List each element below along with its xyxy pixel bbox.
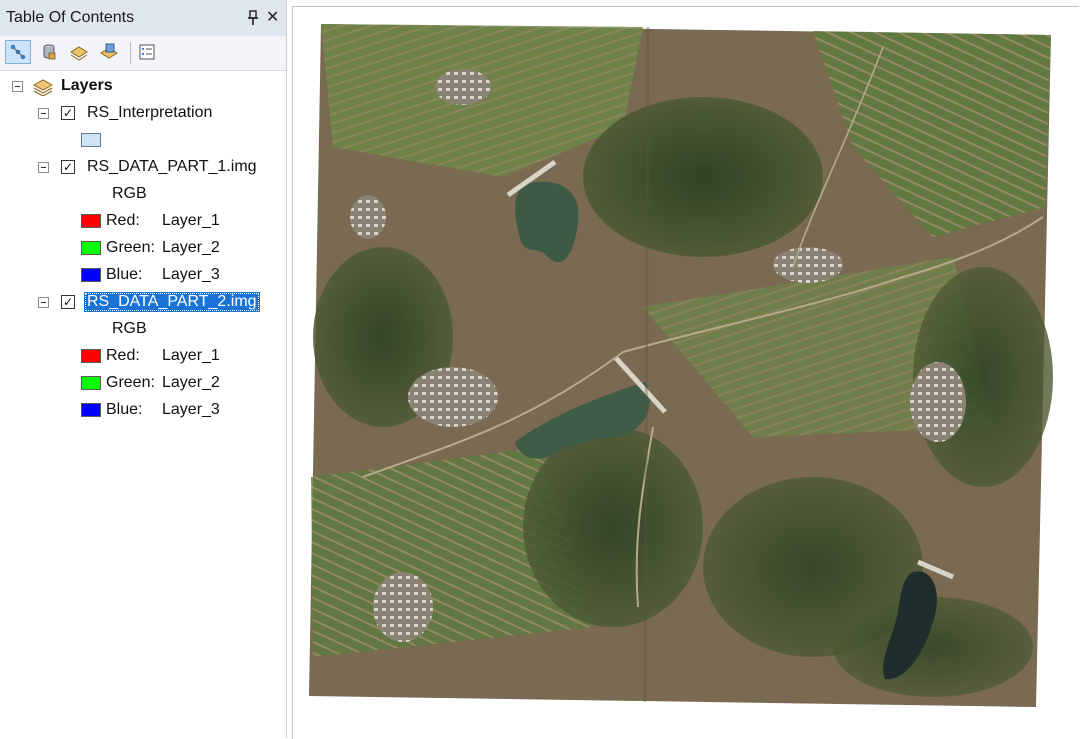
village: [773, 247, 843, 283]
render-type-row: RGB: [0, 182, 286, 206]
render-type-label: RGB: [112, 185, 147, 202]
band-name: Layer_2: [162, 374, 220, 391]
band-name: Layer_1: [162, 212, 220, 229]
toc-toolbar: [0, 36, 286, 71]
red-swatch[interactable]: [81, 349, 101, 363]
list-by-drawing-order-icon: [10, 44, 26, 60]
layer-name[interactable]: RS_DATA_PART_1.img: [87, 158, 257, 176]
polygon-symbol-swatch[interactable]: [81, 133, 101, 147]
toc-title-bar: Table Of Contents ✕: [0, 0, 286, 37]
list-by-selection-button[interactable]: [96, 40, 122, 64]
list-by-visibility-button[interactable]: [66, 40, 92, 64]
village: [408, 367, 498, 427]
band-row-red: Red: Layer_1: [0, 344, 286, 368]
red-swatch[interactable]: [81, 214, 101, 228]
options-button[interactable]: [134, 40, 160, 64]
list-by-visibility-icon: [70, 46, 88, 61]
band-name: Layer_2: [162, 239, 220, 256]
list-by-source-button[interactable]: [36, 40, 62, 64]
band-row-green: Green: Layer_2: [0, 371, 286, 395]
band-channel: Red:: [106, 347, 140, 364]
band-row-blue: Blue: Layer_3: [0, 263, 286, 287]
village: [435, 69, 491, 105]
close-icon[interactable]: ✕: [266, 10, 279, 26]
list-by-drawing-order-button[interactable]: [5, 40, 31, 64]
village: [350, 195, 386, 239]
layer-visibility-checkbox[interactable]: ✓: [61, 106, 75, 120]
layer-rs-data-part-1[interactable]: ✓ RS_DATA_PART_1.img: [0, 155, 286, 179]
collapse-toggle[interactable]: [12, 81, 23, 92]
collapse-toggle[interactable]: [38, 162, 49, 173]
collapse-toggle[interactable]: [38, 108, 49, 119]
forested-hill: [583, 97, 823, 257]
band-name: Layer_3: [162, 266, 220, 283]
layer-name[interactable]: RS_Interpretation: [87, 104, 212, 122]
green-swatch[interactable]: [81, 376, 101, 390]
tree-root-label: Layers: [61, 77, 113, 94]
band-row-blue: Blue: Layer_3: [0, 398, 286, 422]
village: [373, 572, 433, 642]
band-name: Layer_1: [162, 347, 220, 364]
band-channel: Red:: [106, 212, 140, 229]
toc-title: Table Of Contents: [6, 9, 135, 26]
layer-visibility-checkbox[interactable]: ✓: [61, 295, 75, 309]
table-of-contents-panel: Table Of Contents ✕ Layers ✓ RS_Interpre…: [0, 0, 287, 738]
collapse-toggle[interactable]: [38, 297, 49, 308]
layer-rs-data-part-2[interactable]: ✓ RS_DATA_PART_2.img: [0, 290, 286, 314]
green-swatch[interactable]: [81, 241, 101, 255]
layer-visibility-checkbox[interactable]: ✓: [61, 160, 75, 174]
band-channel: Green:: [106, 374, 155, 391]
band-channel: Green:: [106, 239, 155, 256]
band-channel: Blue:: [106, 401, 143, 418]
map-display[interactable]: [292, 6, 1079, 739]
forested-hill: [523, 427, 703, 627]
layer-rs-interpretation[interactable]: ✓ RS_Interpretation: [0, 101, 286, 125]
band-row-red: Red: Layer_1: [0, 209, 286, 233]
band-channel: Blue:: [106, 266, 143, 283]
pin-icon[interactable]: [246, 10, 260, 26]
satellite-image[interactable]: [293, 7, 1079, 739]
layer-symbol-row: [0, 128, 286, 152]
layers-icon: [32, 79, 54, 96]
render-type-row: RGB: [0, 317, 286, 341]
tree-root-layers[interactable]: Layers: [0, 74, 286, 98]
layer-name-selected[interactable]: RS_DATA_PART_2.img: [84, 292, 260, 312]
blue-swatch[interactable]: [81, 268, 101, 282]
list-by-selection-icon: [100, 43, 118, 59]
toolbar-separator: [130, 42, 131, 64]
render-type-label: RGB: [112, 320, 147, 337]
options-icon: [139, 44, 155, 60]
blue-swatch[interactable]: [81, 403, 101, 417]
band-row-green: Green: Layer_2: [0, 236, 286, 260]
village: [910, 362, 966, 442]
list-by-source-icon: [43, 44, 56, 60]
band-name: Layer_3: [162, 401, 220, 418]
